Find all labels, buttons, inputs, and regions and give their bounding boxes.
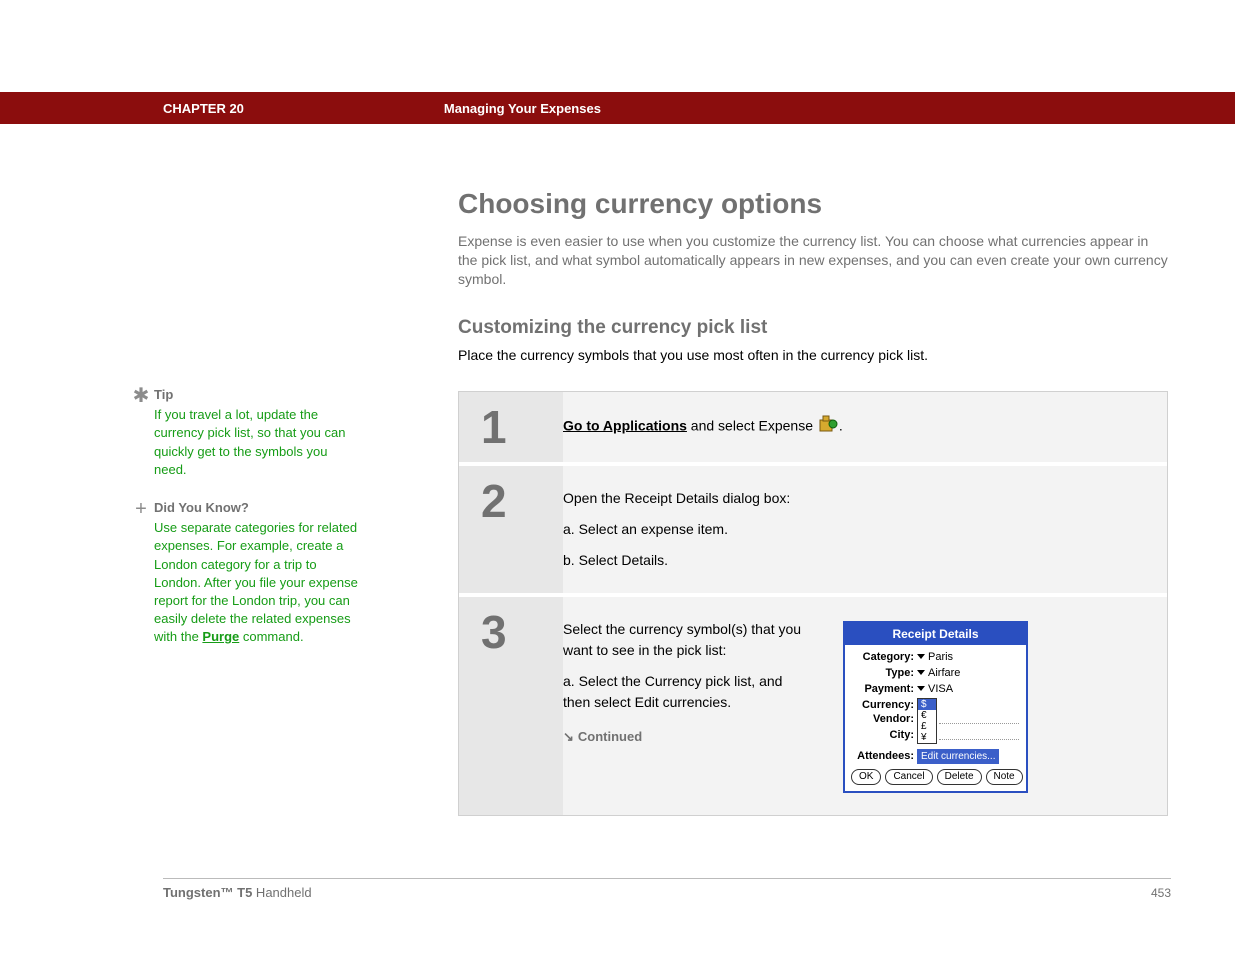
step-number: 2 <box>481 478 563 524</box>
step2-b: b. Select Details. <box>563 550 1147 571</box>
go-to-applications-link[interactable]: Go to Applications <box>563 417 687 433</box>
category-row: Category: Paris <box>851 650 1020 665</box>
step-number: 3 <box>481 609 563 655</box>
payment-label: Payment: <box>851 682 917 696</box>
tip-title: Tip <box>154 386 358 404</box>
step2-a: a. Select an expense item. <box>563 519 1147 540</box>
main-content: Choosing currency options Expense is eve… <box>458 188 1168 816</box>
category-text: Paris <box>928 651 953 663</box>
product-name-bold: Tungsten™ T5 <box>163 885 252 900</box>
city-input[interactable] <box>939 728 1019 740</box>
asterisk-icon: ✱ <box>128 386 154 479</box>
step3-lead: Select the currency symbol(s) that you w… <box>563 619 813 661</box>
section-heading: Customizing the currency pick list <box>458 317 1168 339</box>
category-label: Category: <box>851 650 917 664</box>
step2-lead: Open the Receipt Details dialog box: <box>563 488 1147 509</box>
dialog-body: Category: Paris Type: Airfare Payment: V… <box>845 645 1026 791</box>
tip-body: If you travel a lot, update the currency… <box>154 406 358 479</box>
step-number: 1 <box>481 404 563 450</box>
step1-period: . <box>839 417 843 433</box>
payment-text: VISA <box>928 683 953 695</box>
step-body: Open the Receipt Details dialog box: a. … <box>563 466 1167 593</box>
dyk-body-pre: Use separate categories for related expe… <box>154 520 358 644</box>
footer-product: Tungsten™ T5 Handheld <box>163 885 312 900</box>
cancel-button[interactable]: Cancel <box>885 769 932 785</box>
sidebar: ✱ Tip If you travel a lot, update the cu… <box>128 386 358 666</box>
payment-value[interactable]: VISA <box>917 682 953 696</box>
city-label: City: <box>851 728 917 742</box>
tip-block: ✱ Tip If you travel a lot, update the cu… <box>128 386 358 479</box>
dialog-button-row: OK Cancel Delete Note <box>851 769 1020 785</box>
currency-pick-list[interactable]: $ € £ ¥ <box>917 698 937 744</box>
dropdown-icon <box>917 686 925 691</box>
chapter-title: Managing Your Expenses <box>444 101 601 116</box>
expense-app-icon <box>817 414 839 440</box>
step1-rest: and select Expense <box>687 417 817 433</box>
category-value[interactable]: Paris <box>917 650 953 664</box>
continued-label: Continued <box>578 729 642 744</box>
step-body: Go to Applications and select Expense . <box>563 392 1167 462</box>
currency-label: Currency: <box>851 698 917 712</box>
type-value[interactable]: Airfare <box>917 666 960 680</box>
type-label: Type: <box>851 666 917 680</box>
step-row-3: 3 Select the currency symbol(s) that you… <box>459 597 1167 815</box>
purge-link[interactable]: Purge <box>202 629 239 644</box>
dropdown-icon <box>917 670 925 675</box>
step-row-2: 2 Open the Receipt Details dialog box: a… <box>459 466 1167 597</box>
continued-indicator: ↘ Continued <box>563 727 813 747</box>
section-intro: Place the currency symbols that you use … <box>458 347 1168 363</box>
page-intro: Expense is even easier to use when you c… <box>458 232 1168 289</box>
dyk-body: Use separate categories for related expe… <box>154 519 358 646</box>
step-body: Select the currency symbol(s) that you w… <box>563 597 1167 815</box>
vendor-label: Vendor: <box>851 712 917 726</box>
dyk-title: Did You Know? <box>154 499 358 517</box>
plus-icon: + <box>128 499 154 647</box>
steps-table: 1 Go to Applications and select Expense … <box>458 391 1168 816</box>
dyk-body-post: command. <box>239 629 303 644</box>
chapter-header-bar: CHAPTER 20 Managing Your Expenses <box>0 92 1235 124</box>
page-number: 453 <box>1151 886 1171 900</box>
step3-a: a. Select the Currency pick list, and th… <box>563 671 813 713</box>
currency-option-dollar[interactable]: $ <box>918 699 936 710</box>
edit-currencies-item[interactable]: Edit currencies... <box>917 749 999 764</box>
type-row: Type: Airfare <box>851 666 1020 681</box>
chapter-label: CHAPTER 20 <box>163 101 244 116</box>
dyk-content: Did You Know? Use separate categories fo… <box>154 499 358 647</box>
attendees-label: Attendees: <box>851 749 917 763</box>
receipt-details-dialog: Receipt Details Category: Paris Type: Ai… <box>843 621 1028 793</box>
continued-arrow-icon: ↘ <box>563 727 574 747</box>
step-num-cell: 2 <box>459 466 563 593</box>
currency-option-euro[interactable]: € <box>918 710 936 721</box>
delete-button[interactable]: Delete <box>937 769 982 785</box>
payment-row: Payment: VISA <box>851 682 1020 697</box>
dropdown-icon <box>917 654 925 659</box>
attendees-row: Attendees: Edit currencies... <box>851 749 1020 764</box>
step-text: Go to Applications and select Expense . <box>563 414 1147 440</box>
ok-button[interactable]: OK <box>851 769 881 785</box>
currency-option-yen[interactable]: ¥ <box>918 732 936 743</box>
step-text: Select the currency symbol(s) that you w… <box>563 619 813 793</box>
type-text: Airfare <box>928 667 960 679</box>
step-text: Open the Receipt Details dialog box: a. … <box>563 488 1147 571</box>
page-footer: Tungsten™ T5 Handheld 453 <box>163 878 1171 900</box>
tip-content: Tip If you travel a lot, update the curr… <box>154 386 358 479</box>
currency-option-pound[interactable]: £ <box>918 721 936 732</box>
did-you-know-block: + Did You Know? Use separate categories … <box>128 499 358 647</box>
step-row-1: 1 Go to Applications and select Expense … <box>459 392 1167 466</box>
step-num-cell: 1 <box>459 392 563 462</box>
dialog-title: Receipt Details <box>845 623 1026 645</box>
page-heading: Choosing currency options <box>458 188 1168 220</box>
vendor-input[interactable] <box>939 712 1019 724</box>
product-name-rest: Handheld <box>252 885 311 900</box>
note-button[interactable]: Note <box>986 769 1023 785</box>
step-num-cell: 3 <box>459 597 563 815</box>
